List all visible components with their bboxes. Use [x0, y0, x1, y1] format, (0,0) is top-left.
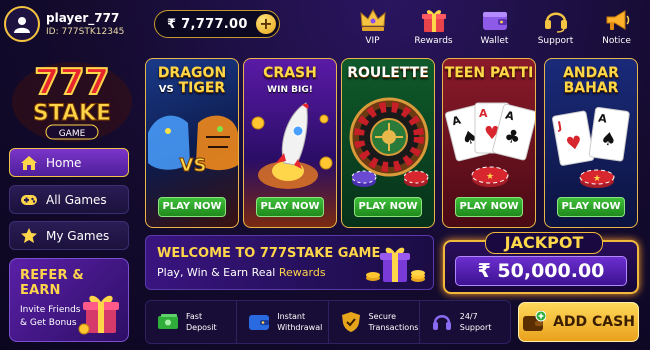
wallet-plus-icon	[523, 311, 547, 331]
nav-wallet-label: Wallet	[480, 36, 509, 46]
play-now-button[interactable]: PLAY NOW	[455, 197, 523, 217]
feature-secure-transactions: Secure Transactions	[327, 301, 419, 343]
avatar[interactable]	[4, 6, 40, 42]
feature-label: Instant Withdrawal	[277, 312, 323, 332]
sidebar-item-my-games[interactable]: My Games	[9, 221, 129, 250]
game-title: ROULETTE	[347, 65, 429, 81]
gift-icon	[421, 10, 446, 32]
svg-text:♠: ♠	[599, 128, 618, 151]
wallet-icon	[482, 12, 507, 30]
logo-game: GAME	[59, 129, 86, 139]
profile-block[interactable]: player_777 ID: 777STK12345	[4, 4, 152, 44]
game-card-crash[interactable]: CRASH WIN BIG! PLAY NOW	[243, 58, 337, 228]
sidebar-item-label: My Games	[46, 228, 110, 243]
gift-box-icon	[78, 295, 119, 335]
nav-support[interactable]: Support	[525, 6, 586, 46]
cash-icon	[158, 314, 178, 329]
gamepad-icon	[21, 194, 37, 205]
sidebar-item-label: All Games	[46, 192, 107, 207]
app-logo: 777 STAKE GAME	[12, 61, 132, 142]
nav-vip-label: VIP	[365, 36, 380, 46]
wallet-balance: ₹ 7,777.00	[167, 16, 248, 32]
sidebar-item-home[interactable]: Home	[9, 148, 129, 177]
refer-and-earn-banner[interactable]: REFER & EARN Invite Friends & Get Bonus	[9, 258, 129, 342]
nav-rewards-label: Rewards	[414, 36, 453, 46]
nav-notice-label: Notice	[602, 36, 631, 46]
svg-text:★: ★	[486, 172, 494, 182]
svg-text:A: A	[479, 107, 488, 120]
game-card-andar-bahar[interactable]: ANDAR BAHAR J ♥ A ♠ ★ PLAY NOW	[544, 58, 638, 228]
playing-cards-art: A ♠ A ♥ A ♣ ★	[445, 102, 535, 187]
feature-label: Fast Deposit	[186, 312, 217, 332]
user-id: ID: 777STK12345	[46, 27, 125, 37]
username: player_777	[46, 11, 120, 25]
play-now-button[interactable]: PLAY NOW	[158, 197, 226, 217]
sidebar-item-label: Home	[46, 155, 82, 170]
crown-icon	[359, 8, 386, 31]
home-icon	[21, 155, 37, 170]
jackpot-label: JACKPOT	[485, 232, 603, 254]
headset-icon	[432, 315, 451, 330]
headset-icon	[544, 12, 567, 33]
game-card-teen-patti[interactable]: TEEN PATTI A ♠ A ♥ A ♣ ★ PLAY NOW	[442, 58, 536, 228]
game-card-dragon-tiger[interactable]: DRAGON VS TIGER VS PLAY NOW	[145, 58, 239, 228]
feature-label: Secure Transactions	[368, 312, 419, 332]
dragon-tiger-art: VS	[148, 115, 238, 177]
play-now-button[interactable]: PLAY NOW	[256, 197, 324, 217]
features-bar: Fast Deposit Instant Withdrawal Secure T…	[145, 300, 511, 344]
feature-label: 24/7 Support	[459, 312, 492, 332]
play-now-button[interactable]: PLAY NOW	[354, 197, 422, 217]
game-title: TEEN PATTI	[444, 65, 534, 81]
nav-rewards[interactable]: Rewards	[403, 6, 464, 46]
add-cash-label: ADD CASH	[553, 314, 635, 330]
nav-support-label: Support	[537, 36, 574, 46]
add-balance-button[interactable]: +	[256, 14, 276, 34]
shield-icon	[341, 312, 360, 332]
nav-wallet[interactable]: Wallet	[464, 6, 525, 46]
welcome-tagline-text: Play, Win & Earn Real	[157, 266, 276, 279]
jackpot-panel: JACKPOT ₹ 50,000.00	[443, 232, 639, 294]
andar-bahar-cards-art: J ♥ A ♠ ★	[552, 106, 630, 188]
welcome-banner[interactable]: WELCOME TO 777STAKE GAME Play, Win & Ear…	[145, 235, 434, 290]
nav-vip[interactable]: VIP	[342, 6, 403, 46]
play-now-button[interactable]: PLAY NOW	[557, 197, 625, 217]
roulette-wheel-art	[349, 97, 429, 187]
game-card-roulette[interactable]: ROULETTE PLAY NOW	[341, 58, 435, 228]
rocket-art	[251, 102, 333, 189]
feature-instant-withdrawal: Instant Withdrawal	[236, 301, 327, 343]
feature-support: 24/7 Support	[418, 301, 510, 343]
add-cash-button[interactable]: ADD CASH	[518, 302, 639, 342]
logo-stake: STAKE	[33, 101, 111, 126]
nav-notice[interactable]: Notice	[586, 6, 647, 46]
wallet-balance-pill[interactable]: ₹ 7,777.00 +	[154, 10, 280, 38]
megaphone-icon	[606, 10, 629, 30]
game-title: ANDAR	[563, 65, 619, 81]
svg-text:★: ★	[593, 174, 601, 184]
game-title: DRAGON	[157, 65, 227, 81]
feature-fast-deposit: Fast Deposit	[146, 301, 236, 343]
jackpot-amount: ₹ 50,000.00	[455, 256, 627, 286]
svg-text:VS: VS	[180, 155, 207, 176]
welcome-tagline-highlight: Rewards	[278, 266, 326, 279]
star-icon	[21, 228, 37, 243]
user-icon	[14, 17, 30, 33]
top-nav: VIP Rewards Wallet Support Notice	[342, 6, 647, 46]
logo-777: 777	[34, 62, 109, 103]
sidebar-item-all-games[interactable]: All Games	[9, 185, 129, 214]
game-title: CRASH	[263, 65, 317, 81]
gift-coins-icon	[366, 247, 425, 282]
withdraw-icon	[249, 315, 270, 330]
